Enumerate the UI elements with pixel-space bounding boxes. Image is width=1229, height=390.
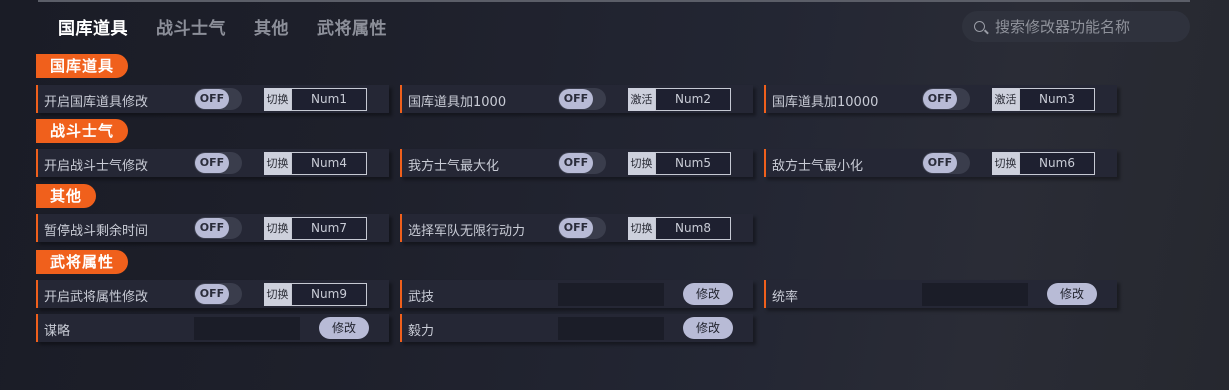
option-card: 开启战斗士气修改 OFF 切换 Num4	[36, 149, 389, 177]
attribute-value-input[interactable]	[558, 283, 664, 306]
option-label: 国库道具加1000	[408, 95, 507, 110]
option-card: 选择军队无限行动力 OFF 切换 Num8	[400, 214, 753, 242]
option-card: 暂停战斗剩余时间 OFF 切换 Num7	[36, 214, 389, 242]
hotkey-field[interactable]: 切换 Num9	[264, 283, 367, 306]
attribute-label: 谋略	[44, 324, 71, 339]
hotkey-value[interactable]: Num4	[291, 152, 367, 175]
tab-other[interactable]: 其他	[254, 14, 289, 39]
tab-general[interactable]: 武将属性	[317, 14, 387, 39]
option-label: 开启国库道具修改	[44, 95, 149, 110]
hotkey-field[interactable]: 激活 Num2	[628, 88, 731, 111]
tab-bar: 国库道具 战斗士气 其他 武将属性	[58, 14, 387, 39]
hotkey-value[interactable]: Num1	[291, 88, 367, 111]
modify-button[interactable]: 修改	[1047, 283, 1097, 305]
option-card: 我方士气最大化 OFF 切换 Num5	[400, 149, 753, 177]
toggle-state: OFF	[559, 153, 593, 173]
attribute-value-input[interactable]	[194, 317, 300, 340]
attribute-card: 武技 修改	[400, 280, 753, 308]
option-label: 开启武将属性修改	[44, 290, 149, 305]
toggle-state: OFF	[559, 89, 593, 109]
hotkey-field[interactable]: 激活 Num3	[992, 88, 1095, 111]
search-input[interactable]	[995, 17, 1175, 36]
hotkey-field[interactable]: 切换 Num1	[264, 88, 367, 111]
attribute-card: 毅力 修改	[400, 314, 753, 342]
option-label: 国库道具加10000	[772, 95, 879, 110]
hotkey-value[interactable]: Num9	[291, 283, 367, 306]
hotkey-field[interactable]: 切换 Num6	[992, 152, 1095, 175]
hotkey-type: 切换	[992, 152, 1019, 175]
option-label: 我方士气最大化	[408, 159, 500, 174]
toggle-switch[interactable]: OFF	[194, 88, 242, 110]
section-title-treasury: 国库道具	[36, 54, 129, 78]
toggle-switch[interactable]: OFF	[194, 283, 242, 305]
option-card: 国库道具加1000 OFF 激活 Num2	[400, 85, 753, 113]
option-card: 开启武将属性修改 OFF 切换 Num9	[36, 280, 389, 308]
modify-button[interactable]: 修改	[319, 317, 369, 339]
attribute-label: 武技	[408, 290, 435, 305]
toggle-switch[interactable]: OFF	[922, 88, 970, 110]
attribute-value-input[interactable]	[922, 283, 1028, 306]
option-label: 开启战斗士气修改	[44, 159, 149, 174]
option-label: 暂停战斗剩余时间	[44, 224, 149, 239]
search-icon	[974, 21, 985, 32]
toggle-switch[interactable]: OFF	[558, 217, 606, 239]
hotkey-field[interactable]: 切换 Num7	[264, 217, 367, 240]
attribute-value-input[interactable]	[558, 317, 664, 340]
toggle-switch[interactable]: OFF	[558, 152, 606, 174]
hotkey-field[interactable]: 切换 Num5	[628, 152, 731, 175]
hotkey-value[interactable]: Num7	[291, 217, 367, 240]
attribute-label: 毅力	[408, 324, 435, 339]
hotkey-type: 激活	[992, 88, 1019, 111]
hotkey-value[interactable]: Num3	[1019, 88, 1095, 111]
option-card: 国库道具加10000 OFF 激活 Num3	[764, 85, 1117, 113]
option-card: 开启国库道具修改 OFF 切换 Num1	[36, 85, 389, 113]
hotkey-type: 切换	[264, 217, 291, 240]
hotkey-value[interactable]: Num6	[1019, 152, 1095, 175]
toggle-switch[interactable]: OFF	[558, 88, 606, 110]
toggle-state: OFF	[195, 89, 229, 109]
hotkey-type: 激活	[628, 88, 655, 111]
hotkey-type: 切换	[264, 283, 291, 306]
toggle-switch[interactable]: OFF	[194, 152, 242, 174]
hotkey-field[interactable]: 切换 Num8	[628, 217, 731, 240]
toggle-state: OFF	[195, 153, 229, 173]
section-title-other: 其他	[36, 184, 97, 208]
hotkey-value[interactable]: Num2	[655, 88, 731, 111]
tab-treasury[interactable]: 国库道具	[58, 14, 128, 39]
option-card: 敌方士气最小化 OFF 切换 Num6	[764, 149, 1117, 177]
hotkey-type: 切换	[628, 152, 655, 175]
option-label: 选择军队无限行动力	[408, 224, 526, 239]
attribute-card: 谋略 修改	[36, 314, 389, 342]
attribute-label: 统率	[772, 290, 799, 305]
search-box[interactable]	[962, 11, 1190, 42]
hotkey-value[interactable]: Num5	[655, 152, 731, 175]
modify-button[interactable]: 修改	[683, 317, 733, 339]
toggle-state: OFF	[195, 284, 229, 304]
toggle-switch[interactable]: OFF	[922, 152, 970, 174]
section-title-morale: 战斗士气	[36, 119, 129, 143]
section-title-general: 武将属性	[36, 250, 129, 274]
hotkey-type: 切换	[264, 88, 291, 111]
hotkey-type: 切换	[264, 152, 291, 175]
hotkey-type: 切换	[628, 217, 655, 240]
modify-button[interactable]: 修改	[683, 283, 733, 305]
toggle-state: OFF	[195, 218, 229, 238]
toggle-switch[interactable]: OFF	[194, 217, 242, 239]
tab-morale[interactable]: 战斗士气	[156, 14, 226, 39]
attribute-card: 统率 修改	[764, 280, 1117, 308]
hotkey-field[interactable]: 切换 Num4	[264, 152, 367, 175]
toggle-state: OFF	[923, 89, 957, 109]
top-divider	[38, 0, 1190, 2]
option-label: 敌方士气最小化	[772, 159, 864, 174]
toggle-state: OFF	[559, 218, 593, 238]
hotkey-value[interactable]: Num8	[655, 217, 731, 240]
toggle-state: OFF	[923, 153, 957, 173]
